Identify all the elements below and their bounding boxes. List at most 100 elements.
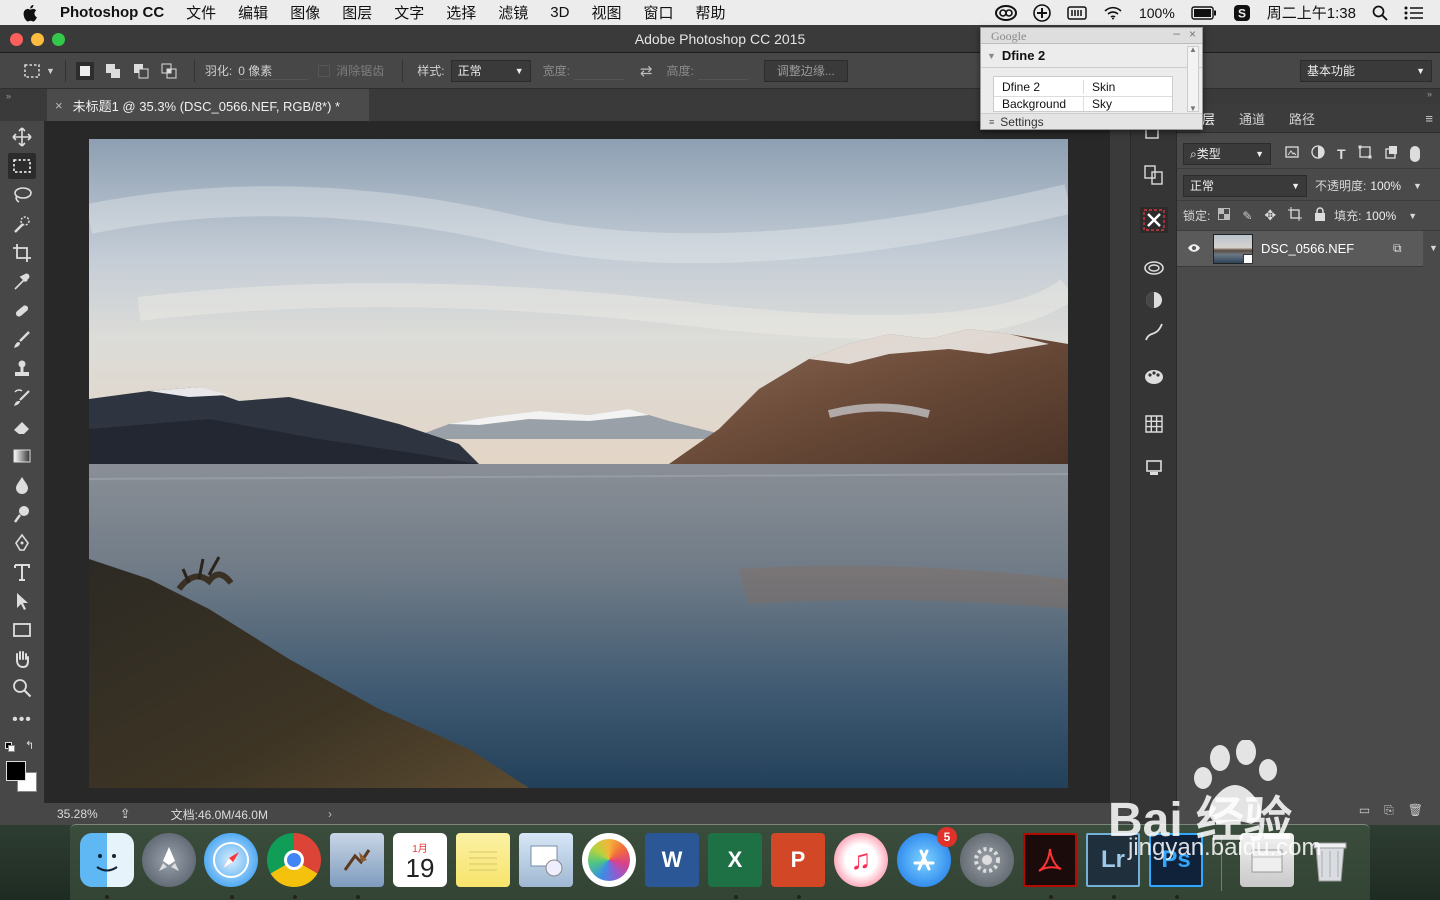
menu-3d[interactable]: 3D [550,4,569,21]
chevron-down-icon[interactable]: ▼ [1408,211,1417,221]
zoom-tool-icon[interactable] [8,675,36,701]
antialias-checkbox[interactable] [318,64,331,77]
refine-edge-button[interactable]: 调整边缘... [763,59,848,82]
blur-tool-icon[interactable] [8,472,36,498]
lightroom-icon[interactable]: Lr [1086,833,1140,887]
layer-row[interactable]: DSC_0566.NEF ⧉ [1177,231,1423,267]
swatches-panel-icon[interactable] [1140,364,1168,390]
safari-icon[interactable] [204,833,258,887]
grid-panel-icon[interactable] [1140,411,1168,437]
close-window-button[interactable] [10,33,23,46]
settings-link[interactable]: Settings [1000,115,1043,129]
trash-icon[interactable] [1303,833,1357,887]
new-layer-icon[interactable]: ⎘ [1384,803,1394,818]
menu-view[interactable]: 视图 [591,2,621,23]
dfine-row-2-col-2[interactable]: Sky [1084,97,1112,111]
apple-icon[interactable] [22,4,40,22]
dfine-row-2-col-1[interactable]: Background [994,97,1084,111]
zoom-window-button[interactable] [52,33,65,46]
lock-all-icon[interactable] [1314,207,1326,224]
menu-edit[interactable]: 编辑 [238,2,268,23]
eyedropper-tool-icon[interactable] [8,269,36,295]
lock-artboard-icon[interactable] [1288,207,1303,224]
documents-folder-icon[interactable] [1240,833,1294,887]
zoom-level[interactable]: 35.28% [57,807,98,821]
lock-transparency-icon[interactable] [1218,208,1231,223]
acrobat-icon[interactable] [1023,833,1077,887]
styles-panel-icon[interactable] [1140,287,1168,313]
excel-icon[interactable]: X [708,833,762,887]
gradient-tool-icon[interactable] [8,443,36,469]
notes-icon[interactable] [456,833,510,887]
filter-adjustment-icon[interactable] [1311,145,1325,162]
minimize-window-button[interactable] [31,33,44,46]
calendar-icon[interactable]: 1月 19 [393,833,447,887]
dfine-row-1-col-2[interactable]: Skin [1084,80,1115,94]
feather-input[interactable]: 0 像素 [238,62,309,80]
subtract-selection-icon[interactable] [132,62,150,80]
eye-icon[interactable] [1187,242,1201,256]
menu-file[interactable]: 文件 [186,2,216,23]
new-group-icon[interactable]: ▭ [1359,803,1370,817]
clone-stamp-tool-icon[interactable] [8,356,36,382]
swap-dimensions-icon[interactable]: ⇄ [640,62,653,80]
wifi-icon[interactable] [1103,6,1123,20]
menu-select[interactable]: 选择 [446,2,476,23]
spotlight-icon[interactable] [1372,5,1388,21]
sync-icon[interactable] [1033,3,1051,22]
collapse-toolbar-icon[interactable]: » [6,91,11,101]
chevron-right-icon[interactable]: › [328,807,332,821]
layer-link-icon[interactable]: ⧉ [1393,241,1402,256]
layer-filter-select[interactable]: ⌕类型 ▼ [1183,142,1271,165]
popup-scrollbar[interactable]: ▲ ▼ [1187,45,1199,113]
lasso-tool-icon[interactable] [8,182,36,208]
delete-layer-icon[interactable]: 🗑 [1408,803,1423,817]
quick-selection-tool-icon[interactable] [8,211,36,237]
rectangle-tool-icon[interactable] [8,617,36,643]
filter-smart-object-icon[interactable] [1384,145,1398,162]
chevron-down-icon[interactable]: ▼ [1413,181,1422,191]
tab-channels[interactable]: 通道 [1227,109,1277,128]
scroll-down-icon[interactable]: ▼ [1189,104,1197,113]
width-input[interactable] [573,62,624,80]
word-icon[interactable]: W [645,833,699,887]
document-tab[interactable]: × 未标题1 @ 35.3% (DSC_0566.NEF, RGB/8*) * [47,89,369,121]
clock[interactable]: 周二上午1:38 [1267,2,1356,23]
dfine-row-1-col-1[interactable]: Dfine 2 [994,79,1084,94]
menu-filter[interactable]: 滤镜 [498,2,528,23]
mail-icon[interactable] [330,833,384,887]
blend-mode-select[interactable]: 正常 ▼ [1183,174,1307,197]
brush-tool-icon[interactable] [8,327,36,353]
sogou-input-icon[interactable]: S [1233,4,1251,22]
chevron-down-icon[interactable]: ▼ [1429,243,1438,253]
app-store-icon[interactable]: 5 [897,827,957,887]
close-tab-icon[interactable]: × [55,98,63,113]
paths-panel-icon[interactable] [1140,319,1168,345]
finder-icon[interactable] [80,833,134,887]
lock-position-icon[interactable]: ✥ [1264,207,1276,224]
menu-type[interactable]: 文字 [394,2,424,23]
more-tools-icon[interactable]: ••• [8,707,36,733]
app-menu[interactable]: Photoshop CC [60,4,164,21]
filter-toggle-icon[interactable] [1409,145,1420,162]
menu-image[interactable]: 图像 [290,2,320,23]
launchpad-icon[interactable] [142,833,196,887]
vertical-scrollbar[interactable] [1110,121,1130,803]
photos-icon[interactable] [582,833,636,887]
document-size[interactable]: 文档:46.0M/46.0M [171,806,268,823]
collapse-triangle-icon[interactable]: ▼ [987,51,996,61]
system-preferences-icon[interactable] [960,833,1014,887]
intersect-selection-icon[interactable] [160,62,178,80]
document-image[interactable] [89,139,1068,788]
path-selection-tool-icon[interactable] [8,588,36,614]
lock-pixels-icon[interactable]: ✎ [1242,209,1252,223]
notification-center-icon[interactable] [1404,6,1424,20]
minimize-popup-icon[interactable]: – [1173,26,1180,40]
properties-panel-icon[interactable] [1140,162,1168,188]
hand-tool-icon[interactable] [8,646,36,672]
photoshop-icon[interactable]: Ps [1149,833,1203,887]
collapse-panels-icon[interactable]: » [1427,89,1432,99]
settings-icon[interactable]: ≡ [989,117,994,127]
creative-cloud-icon[interactable] [994,4,1017,21]
adjustments-panel-icon[interactable] [1140,255,1168,281]
